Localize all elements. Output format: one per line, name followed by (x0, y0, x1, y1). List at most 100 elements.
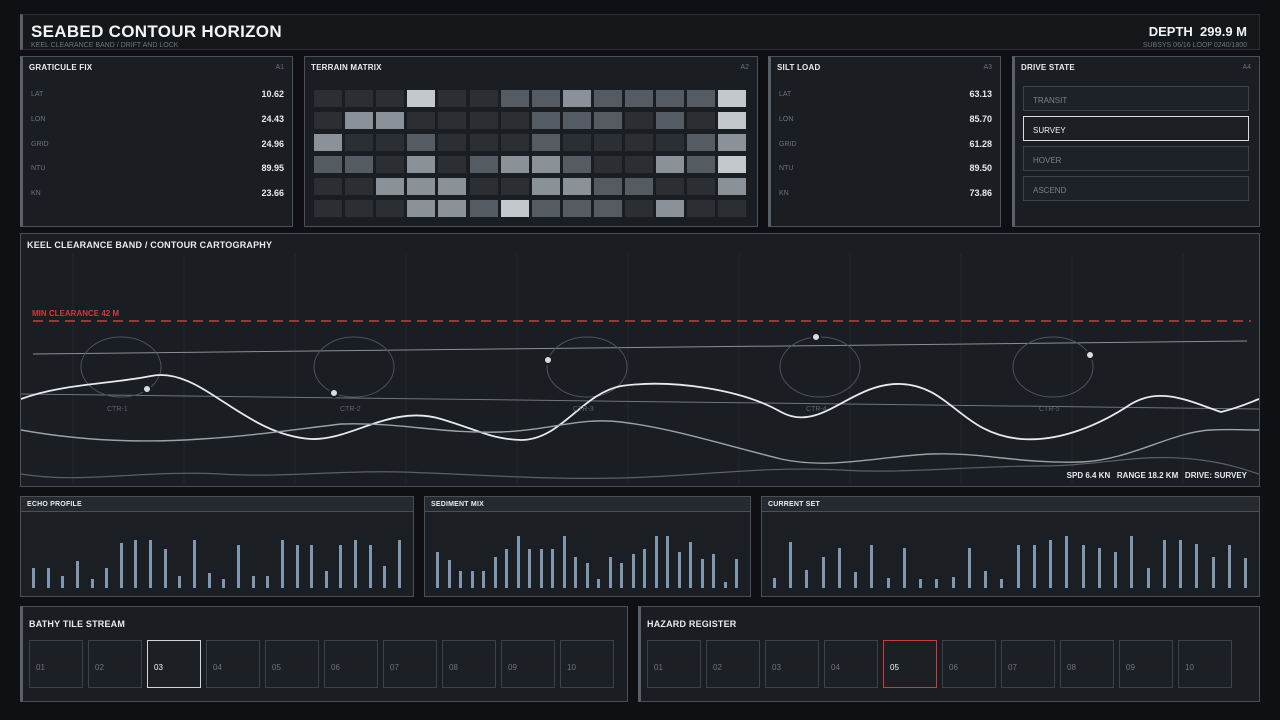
terrain-cell (718, 134, 747, 151)
terrain-cell (562, 178, 591, 195)
contour-node (329, 388, 339, 398)
bathy-tile[interactable]: 09 (501, 640, 555, 688)
hazard-tile[interactable]: 04 (824, 640, 878, 688)
bar (689, 542, 692, 588)
bar (134, 540, 138, 588)
silt-row: LAT 63.13 (779, 89, 992, 101)
bar (32, 568, 35, 588)
terrain-cell (407, 200, 436, 217)
terrain-cell (407, 134, 436, 151)
drive-option-ascend[interactable]: ASCEND (1023, 176, 1249, 201)
contour-gridlines (72, 254, 1184, 484)
marker-label: CTR-5 (1039, 406, 1060, 413)
terrain-cell (438, 112, 467, 129)
bar (310, 545, 314, 588)
terrain-cell (314, 90, 342, 107)
bar (1097, 548, 1101, 588)
terrain-cell (656, 178, 685, 195)
bathy-tile[interactable]: 10 (560, 640, 614, 688)
terrain-cell (531, 90, 560, 107)
drive-id: A4 (1242, 64, 1251, 71)
terrain-cell (625, 112, 653, 129)
hazard-tiles: 01 02 03 04 05 06 07 08 09 10 (647, 640, 1252, 690)
terrain-cell (625, 178, 653, 195)
bar (1146, 568, 1150, 588)
bathy-tile[interactable]: 04 (206, 640, 260, 688)
header-bar: SEABED CONTOUR HORIZON KEEL CLEARANCE BA… (20, 14, 1260, 50)
marker-label: CTR-4 (806, 406, 827, 413)
graticule-row: LON 24.43 (31, 114, 284, 126)
bathy-tile[interactable]: 02 (88, 640, 142, 688)
current-title: CURRENT SET (768, 501, 820, 508)
bathy-tile[interactable]: 03 (147, 640, 201, 688)
bathy-tile[interactable]: 05 (265, 640, 319, 688)
hazard-tile[interactable]: 07 (1001, 640, 1055, 688)
hazard-tile[interactable]: 03 (765, 640, 819, 688)
terrain-cell (345, 112, 374, 129)
bar (119, 543, 123, 588)
terrain-cell (469, 90, 498, 107)
bathy-tile[interactable]: 06 (324, 640, 378, 688)
current-header (762, 497, 1259, 512)
bathy-tiles: 01 02 03 04 05 06 07 08 09 10 (29, 640, 619, 690)
hazard-tile[interactable]: 08 (1060, 640, 1114, 688)
terrain-cell (593, 156, 622, 173)
bar (149, 540, 153, 588)
hazard-tile[interactable]: 02 (706, 640, 760, 688)
graticule-row: LAT 10.62 (31, 89, 284, 101)
row-value: 61.28 (969, 139, 992, 149)
terrain-cell (656, 112, 685, 129)
terrain-cell (376, 200, 405, 217)
terrain-cell (500, 156, 529, 173)
hazard-tile[interactable]: 10 (1178, 640, 1232, 688)
terrain-cell (438, 178, 467, 195)
contour-rings (80, 336, 1094, 398)
row-key: GRID (31, 141, 49, 148)
bar (46, 568, 50, 588)
terrain-cell (656, 156, 685, 173)
bathy-panel: BATHY TILE STREAM 01 02 03 04 05 06 07 08 09 10 (20, 606, 628, 702)
bar (984, 571, 988, 588)
terrain-cell (531, 178, 560, 195)
hazard-tile[interactable]: 06 (942, 640, 996, 688)
bathy-tile[interactable]: 01 (29, 640, 83, 688)
terrain-cell (314, 178, 342, 195)
terrain-cell (531, 112, 560, 129)
terrain-cell (625, 200, 653, 217)
bar (837, 548, 841, 588)
bar (585, 563, 589, 588)
row-key: LON (779, 116, 794, 123)
bar (105, 568, 109, 588)
terrain-cell (687, 156, 716, 173)
terrain-cell (562, 200, 591, 217)
bar (459, 571, 462, 588)
bar (354, 540, 358, 588)
lower-trend-line (21, 393, 1259, 410)
current-panel: CURRENT SET (761, 496, 1260, 597)
hazard-tile[interactable]: 01 (647, 640, 701, 688)
hazard-tile[interactable]: 05 (883, 640, 937, 688)
row-value: 24.96 (261, 139, 284, 149)
bar (436, 552, 439, 588)
hazard-title: HAZARD REGISTER (647, 619, 737, 629)
bar (643, 549, 646, 588)
nav-readout: SPD 6.4 KN RANGE 18.2 KM DRIVE: SURVEY (1066, 471, 1247, 480)
terrain-cell (562, 112, 591, 129)
terrain-cell (500, 178, 529, 195)
drive-option-survey[interactable]: SURVEY (1023, 116, 1249, 141)
bathy-tile[interactable]: 08 (442, 640, 496, 688)
terrain-cell (500, 200, 529, 217)
terrain-cell (500, 134, 529, 151)
bar (178, 576, 182, 588)
terrain-cell (687, 134, 716, 151)
drive-option-transit[interactable]: TRANSIT (1023, 86, 1249, 111)
terrain-id: A2 (740, 64, 749, 71)
bar (482, 571, 485, 588)
drive-option-hover[interactable]: HOVER (1023, 146, 1249, 171)
bar (1211, 557, 1215, 588)
terrain-cell (718, 200, 747, 217)
hazard-tile[interactable]: 09 (1119, 640, 1173, 688)
bathy-tile[interactable]: 07 (383, 640, 437, 688)
terrain-cell (376, 178, 405, 195)
silt-row: KN 73.86 (779, 188, 992, 200)
